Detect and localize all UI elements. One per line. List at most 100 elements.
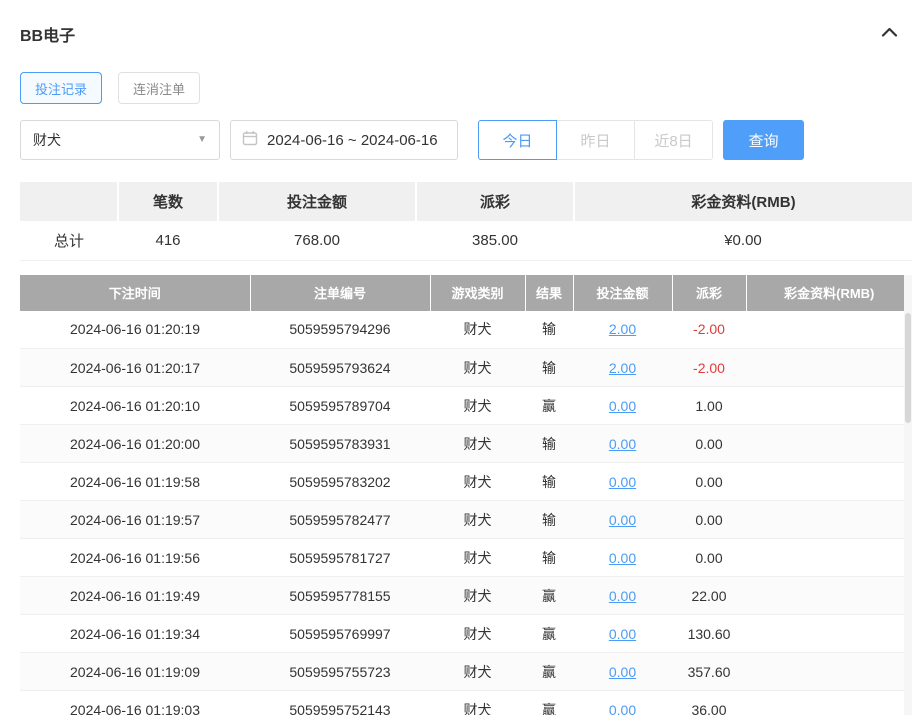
bonus-cell — [746, 463, 912, 501]
order-id-cell: 5059595789704 — [250, 387, 430, 425]
bet-time-cell: 2024-06-16 01:19:49 — [20, 577, 250, 615]
bonus-cell — [746, 691, 912, 715]
summary-bet-amount-value: 768.00 — [218, 221, 416, 260]
payout-cell: -2.00 — [672, 349, 746, 387]
game-type-cell: 财犬 — [430, 463, 525, 501]
col-bet-time: 下注时间 — [20, 275, 250, 311]
bet-amount-link[interactable]: 2.00 — [609, 360, 636, 376]
payout-cell: -2.00 — [672, 311, 746, 349]
bet-amount-link[interactable]: 2.00 — [609, 321, 636, 337]
date-range-input[interactable]: 2024-06-16 ~ 2024-06-16 — [230, 120, 458, 160]
chevron-down-icon: ▼ — [197, 135, 207, 145]
summary-col-bonus: 彩金资料(RMB) — [574, 182, 912, 221]
summary-total-row: 总计 416 768.00 385.00 ¥0.00 — [20, 221, 912, 260]
bet-amount-cell: 0.00 — [573, 653, 672, 691]
bet-amount-cell: 2.00 — [573, 311, 672, 349]
col-bonus: 彩金资料(RMB) — [746, 275, 912, 311]
order-id-cell: 5059595769997 — [250, 615, 430, 653]
bet-time-cell: 2024-06-16 01:20:00 — [20, 425, 250, 463]
result-cell: 输 — [525, 425, 573, 463]
bet-amount-cell: 0.00 — [573, 463, 672, 501]
query-button[interactable]: 查询 — [723, 120, 804, 160]
collapse-button[interactable] — [881, 25, 898, 43]
bet-amount-cell: 2.00 — [573, 349, 672, 387]
calendar-icon — [242, 130, 258, 150]
scrollbar-thumb[interactable] — [905, 313, 911, 423]
summary-col-payout: 派彩 — [416, 182, 574, 221]
col-payout: 派彩 — [672, 275, 746, 311]
yesterday-button[interactable]: 昨日 — [556, 120, 635, 160]
bet-amount-link[interactable]: 0.00 — [609, 626, 636, 642]
bet-time-cell: 2024-06-16 01:20:17 — [20, 349, 250, 387]
bet-amount-link[interactable]: 0.00 — [609, 474, 636, 490]
bet-amount-cell: 0.00 — [573, 691, 672, 715]
bonus-cell — [746, 425, 912, 463]
payout-cell: 130.60 — [672, 615, 746, 653]
bet-amount-cell: 0.00 — [573, 425, 672, 463]
game-type-cell: 财犬 — [430, 501, 525, 539]
payout-cell: 0.00 — [672, 425, 746, 463]
record-type-tabs: 投注记录 连消注单 — [20, 72, 912, 104]
game-type-cell: 财犬 — [430, 311, 525, 349]
payout-cell: 36.00 — [672, 691, 746, 715]
bet-amount-link[interactable]: 0.00 — [609, 550, 636, 566]
table-row: 2024-06-16 01:19:585059595783202财犬输0.000… — [20, 463, 912, 501]
bet-time-cell: 2024-06-16 01:19:57 — [20, 501, 250, 539]
bonus-cell — [746, 539, 912, 577]
bonus-cell — [746, 349, 912, 387]
result-cell: 输 — [525, 463, 573, 501]
payout-cell: 0.00 — [672, 463, 746, 501]
bonus-cell — [746, 387, 912, 425]
bet-amount-link[interactable]: 0.00 — [609, 702, 636, 715]
game-type-cell: 财犬 — [430, 615, 525, 653]
bonus-cell — [746, 501, 912, 539]
bonus-cell — [746, 653, 912, 691]
game-type-cell: 财犬 — [430, 577, 525, 615]
last-8-days-button[interactable]: 近8日 — [634, 120, 713, 160]
order-id-cell: 5059595782477 — [250, 501, 430, 539]
bet-amount-cell: 0.00 — [573, 615, 672, 653]
result-cell: 输 — [525, 311, 573, 349]
payout-cell: 0.00 — [672, 539, 746, 577]
summary-col-count: 笔数 — [118, 182, 218, 221]
table-row: 2024-06-16 01:20:175059595793624财犬输2.00-… — [20, 349, 912, 387]
bet-amount-link[interactable]: 0.00 — [609, 588, 636, 604]
chevron-up-icon — [881, 25, 898, 43]
result-cell: 赢 — [525, 615, 573, 653]
summary-table: 笔数 投注金额 派彩 彩金资料(RMB) 总计 416 768.00 385.0… — [20, 182, 912, 261]
order-id-cell: 5059595755723 — [250, 653, 430, 691]
bet-amount-link[interactable]: 0.00 — [609, 512, 636, 528]
col-bet-amount: 投注金额 — [573, 275, 672, 311]
tab-cancelled-orders[interactable]: 连消注单 — [118, 72, 200, 104]
order-id-cell: 5059595778155 — [250, 577, 430, 615]
bet-table-header-row: 下注时间 注单编号 游戏类别 结果 投注金额 派彩 彩金资料(RMB) — [20, 275, 912, 311]
game-type-cell: 财犬 — [430, 387, 525, 425]
result-cell: 输 — [525, 349, 573, 387]
tab-bet-records[interactable]: 投注记录 — [20, 72, 102, 104]
bet-table: 下注时间 注单编号 游戏类别 结果 投注金额 派彩 彩金资料(RMB) 2024… — [20, 275, 912, 715]
bet-amount-cell: 0.00 — [573, 577, 672, 615]
bet-time-cell: 2024-06-16 01:20:10 — [20, 387, 250, 425]
bet-amount-cell: 0.00 — [573, 387, 672, 425]
order-id-cell: 5059595781727 — [250, 539, 430, 577]
table-scrollbar[interactable] — [904, 275, 912, 715]
bonus-cell — [746, 577, 912, 615]
bet-table-container: 下注时间 注单编号 游戏类别 结果 投注金额 派彩 彩金资料(RMB) 2024… — [20, 275, 912, 715]
bet-time-cell: 2024-06-16 01:19:03 — [20, 691, 250, 715]
today-button[interactable]: 今日 — [478, 120, 557, 160]
bet-amount-link[interactable]: 0.00 — [609, 664, 636, 680]
table-row: 2024-06-16 01:19:345059595769997财犬赢0.001… — [20, 615, 912, 653]
payout-cell: 22.00 — [672, 577, 746, 615]
table-row: 2024-06-16 01:20:005059595783931财犬输0.000… — [20, 425, 912, 463]
bet-amount-link[interactable]: 0.00 — [609, 436, 636, 452]
bet-time-cell: 2024-06-16 01:19:58 — [20, 463, 250, 501]
col-game-type: 游戏类别 — [430, 275, 525, 311]
panel-header: BB电子 — [20, 0, 912, 46]
order-id-cell: 5059595752143 — [250, 691, 430, 715]
bonus-cell — [746, 615, 912, 653]
bet-amount-link[interactable]: 0.00 — [609, 398, 636, 414]
game-select[interactable]: 财犬 ▼ — [20, 120, 220, 160]
bet-time-cell: 2024-06-16 01:19:09 — [20, 653, 250, 691]
date-range-value: 2024-06-16 ~ 2024-06-16 — [267, 132, 438, 149]
table-row: 2024-06-16 01:20:105059595789704财犬赢0.001… — [20, 387, 912, 425]
